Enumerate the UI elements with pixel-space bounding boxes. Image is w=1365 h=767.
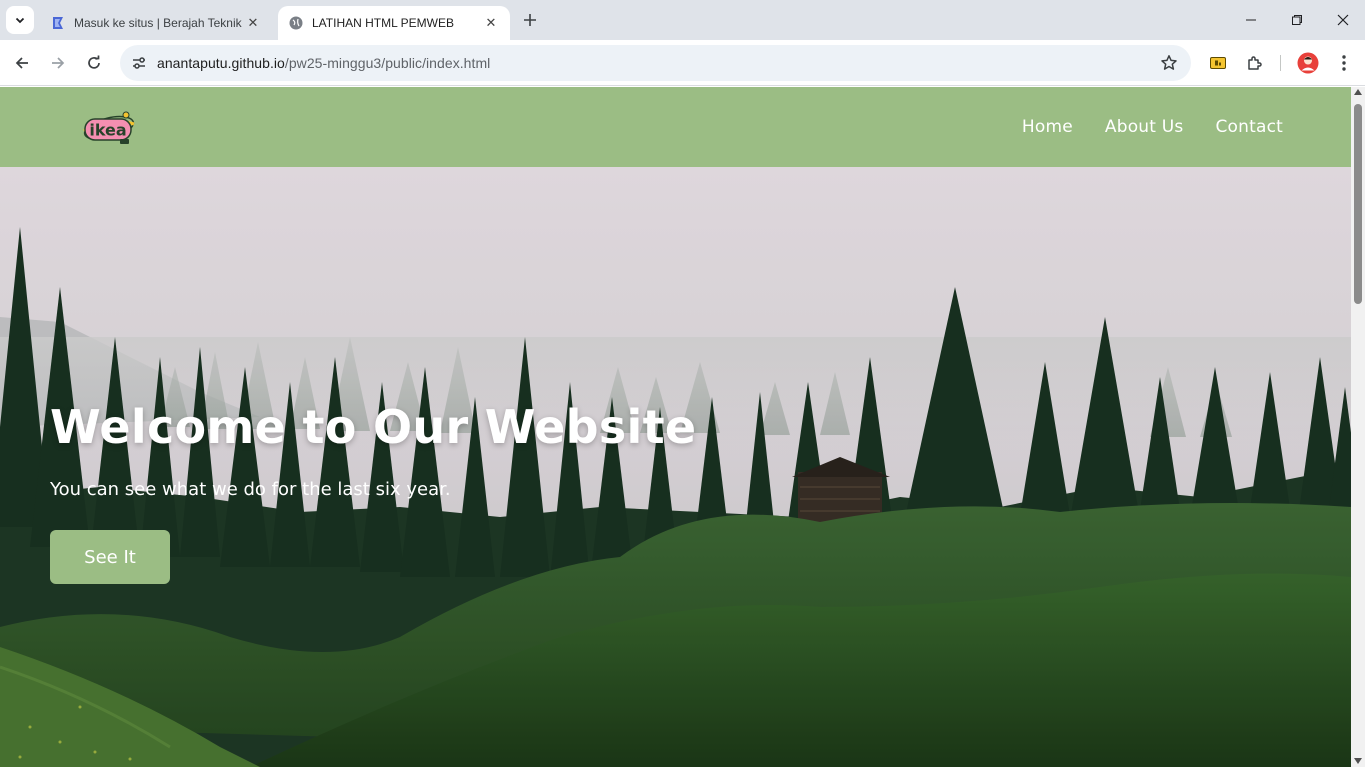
page-scrollbar[interactable] — [1351, 87, 1365, 767]
scroll-down-arrow-icon[interactable] — [1354, 758, 1362, 764]
tab-berajah[interactable]: Masuk ke situs | Berajah Teknik ✕ — [40, 6, 272, 40]
tab-latihan[interactable]: LATIHAN HTML PEMWEB ✕ — [278, 6, 510, 40]
logo-text: ikea — [89, 121, 126, 140]
forward-button[interactable] — [44, 49, 72, 77]
scroll-up-arrow-icon[interactable] — [1354, 89, 1362, 95]
close-window-button[interactable] — [1320, 0, 1365, 40]
avatar — [1297, 52, 1319, 74]
hero-section: Welcome to Our Website You can see what … — [0, 167, 1351, 767]
minimize-button[interactable] — [1228, 0, 1274, 40]
chevron-down-icon — [15, 17, 25, 24]
minimize-icon — [1246, 19, 1256, 21]
bookmark-button[interactable] — [1159, 53, 1179, 73]
arrow-left-icon — [15, 57, 28, 69]
hero-subtitle: You can see what we do for the last six … — [50, 479, 451, 500]
browser-tab-strip: Masuk ke situs | Berajah Teknik ✕ LATIHA… — [0, 0, 1365, 40]
close-tab-icon[interactable]: ✕ — [244, 14, 262, 32]
tune-icon — [133, 57, 145, 69]
plus-icon — [524, 14, 536, 26]
address-bar[interactable]: anantaputu.github.io/pw25-minggu3/public… — [120, 45, 1191, 81]
url-text: anantaputu.github.io/pw25-minggu3/public… — [157, 55, 490, 71]
site-logo[interactable]: ikea — [80, 107, 138, 147]
hero-title: Welcome to Our Website — [50, 400, 697, 454]
see-it-button[interactable]: See It — [50, 530, 170, 584]
site-header: ikea Home About Us Contact — [0, 87, 1351, 167]
browser-toolbar: anantaputu.github.io/pw25-minggu3/public… — [0, 40, 1365, 86]
tab-title: Masuk ke situs | Berajah Teknik — [74, 16, 242, 30]
nav-contact[interactable]: Contact — [1215, 117, 1283, 137]
close-tab-icon[interactable]: ✕ — [482, 14, 500, 32]
toolbar-separator — [1280, 55, 1281, 71]
hero-background-image — [0, 167, 1351, 767]
url-path: /pw25-minggu3/public/index.html — [284, 55, 491, 71]
page-viewport: ikea Home About Us Contact Welcome to Ou… — [0, 87, 1351, 767]
extensions-button[interactable] — [1241, 49, 1269, 77]
restore-icon — [1292, 15, 1302, 25]
url-host: anantaputu.github.io — [157, 55, 285, 71]
globe-icon — [288, 15, 304, 31]
nav-about-us[interactable]: About Us — [1105, 117, 1184, 137]
back-button[interactable] — [8, 49, 36, 77]
site-info-button[interactable] — [122, 46, 156, 80]
reload-icon — [88, 55, 100, 69]
nav-home[interactable]: Home — [1022, 117, 1073, 137]
arrow-right-icon — [52, 57, 65, 69]
site-logo-icon — [50, 15, 66, 31]
more-vert-icon — [1342, 55, 1346, 71]
puzzle-icon — [1248, 56, 1262, 70]
extension-button[interactable] — [1204, 49, 1232, 77]
folder-extension-icon — [1210, 57, 1226, 69]
new-tab-button[interactable] — [518, 8, 542, 32]
menu-button[interactable] — [1330, 49, 1358, 77]
scroll-thumb[interactable] — [1354, 104, 1362, 304]
main-nav: Home About Us Contact — [1022, 87, 1283, 167]
star-icon — [1161, 55, 1177, 70]
tab-search-button[interactable] — [6, 6, 34, 34]
tab-title: LATIHAN HTML PEMWEB — [312, 16, 455, 30]
close-icon — [1337, 14, 1349, 26]
restore-button[interactable] — [1274, 0, 1320, 40]
profile-button[interactable] — [1294, 49, 1322, 77]
reload-button[interactable] — [80, 49, 108, 77]
